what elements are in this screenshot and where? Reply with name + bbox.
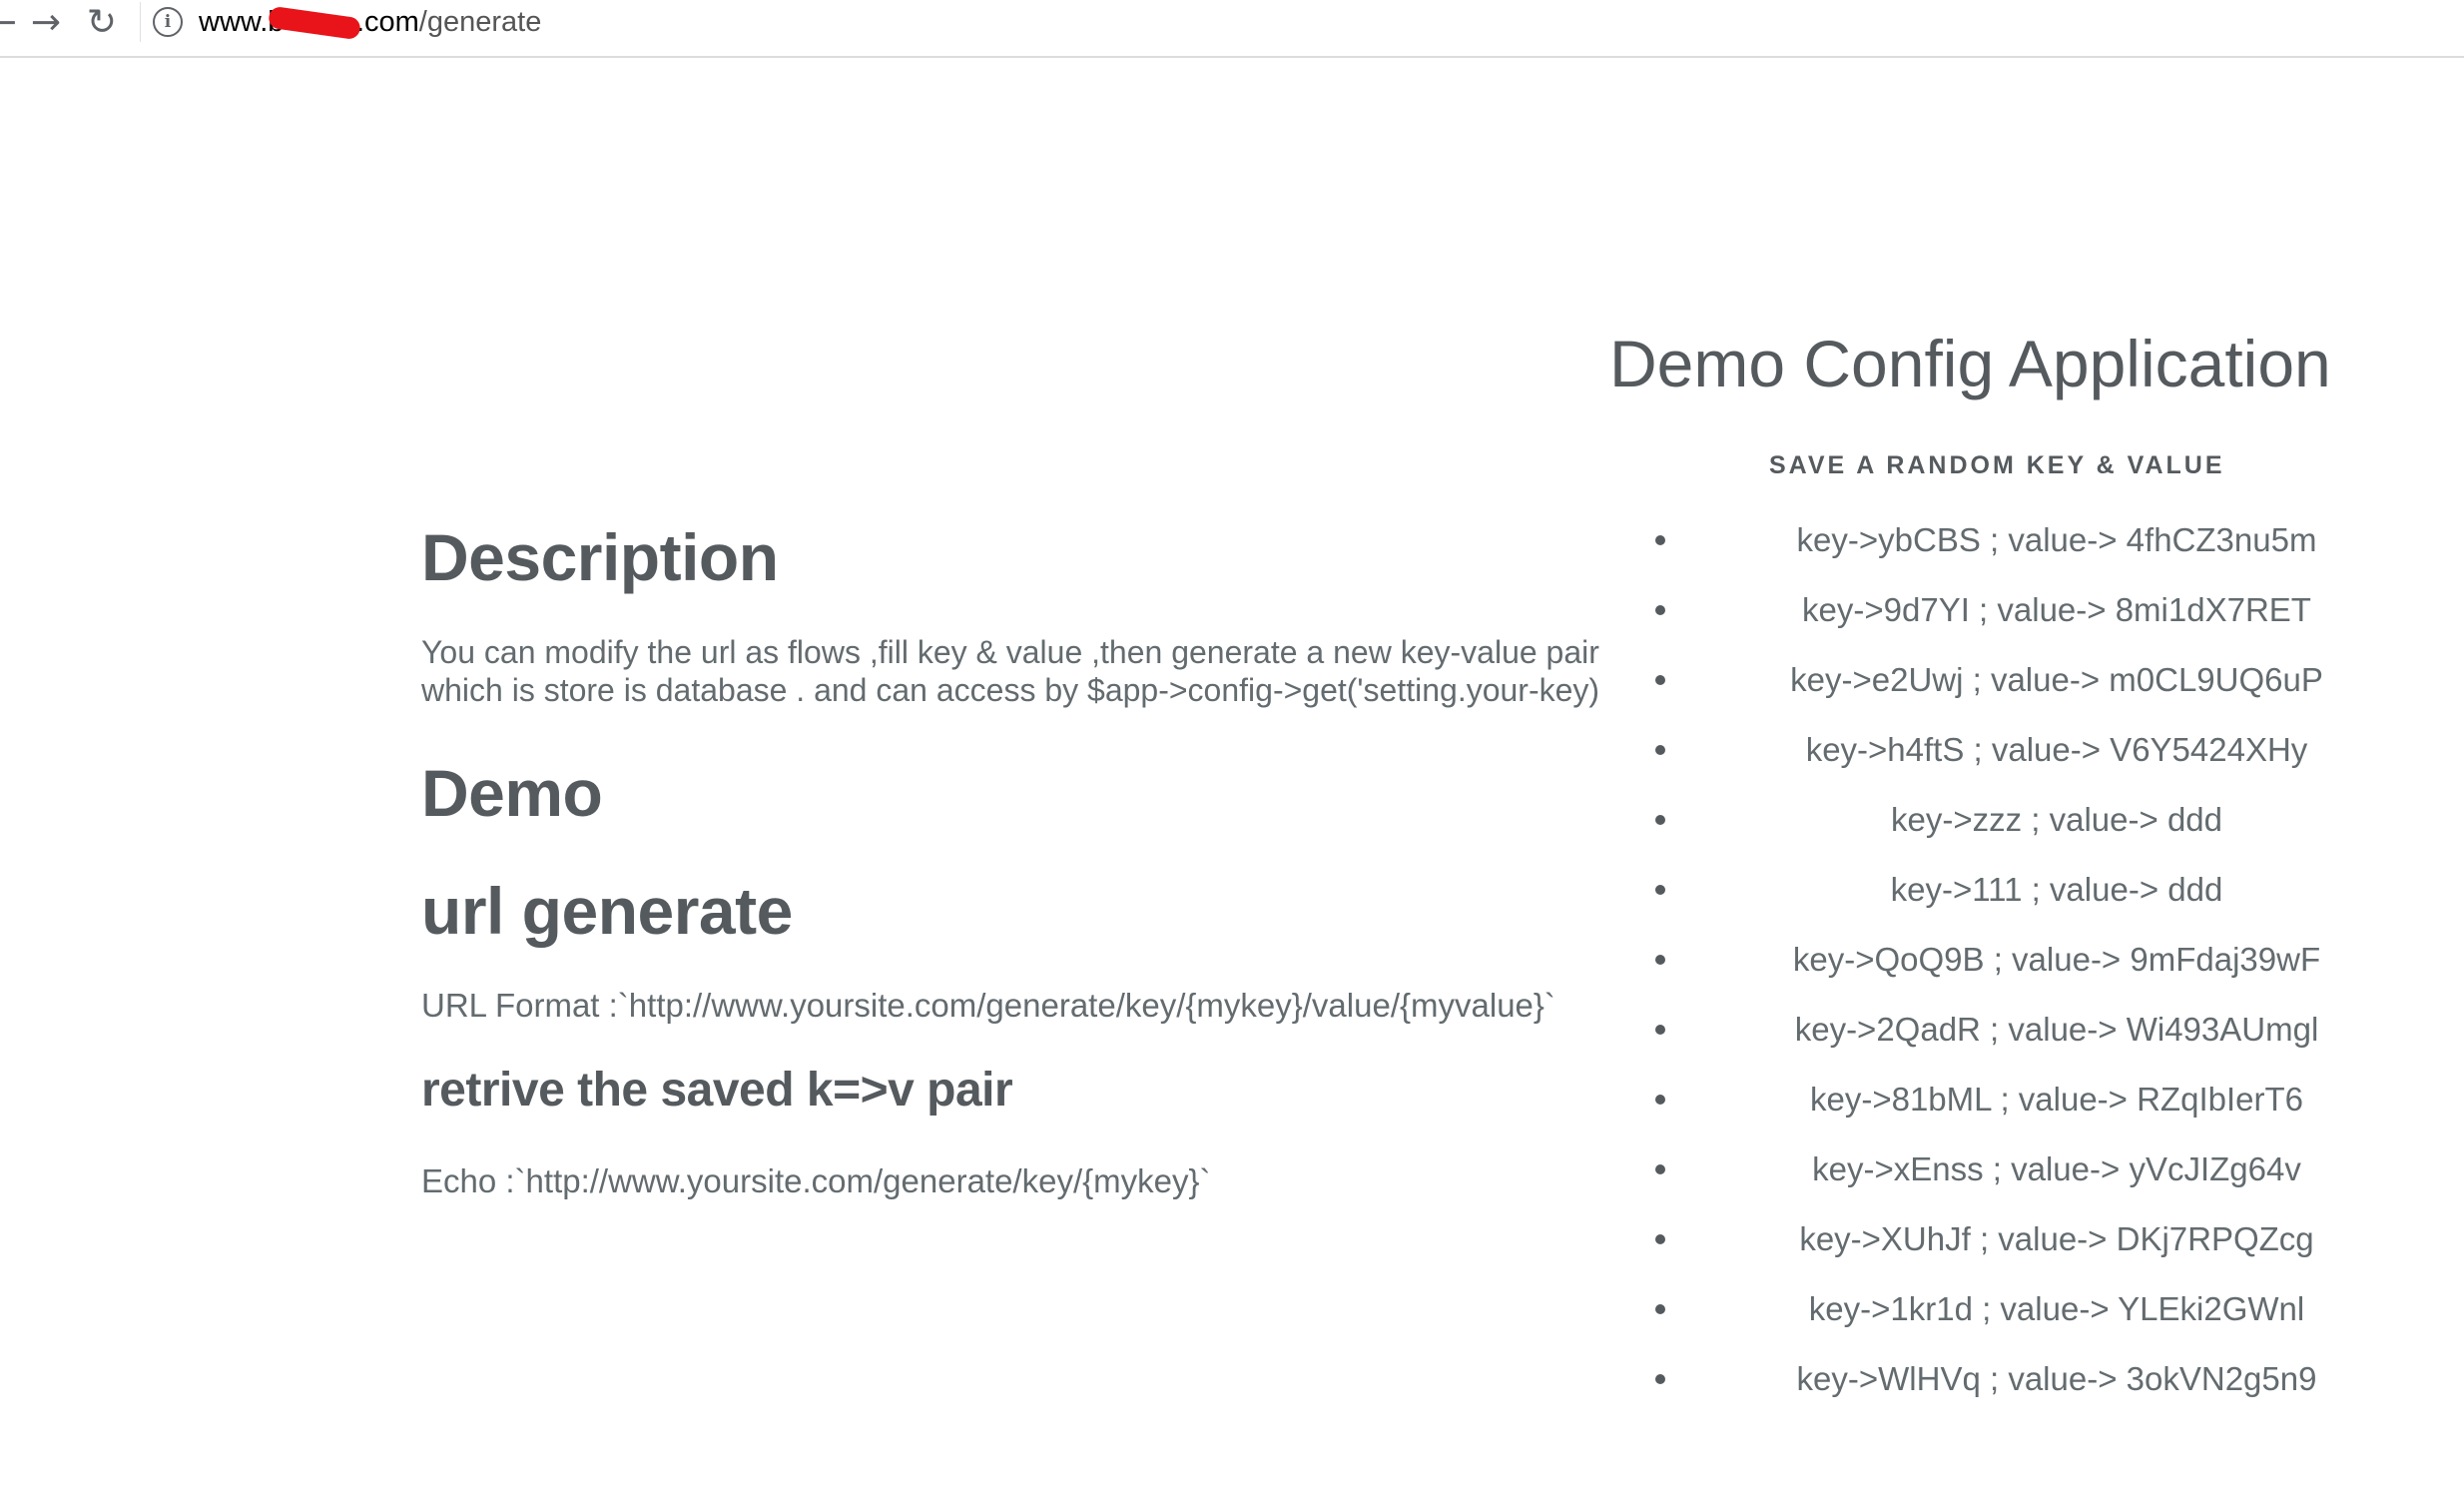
key-value-text: key->2QadR ; value-> Wi493AUmgl	[1794, 1011, 2319, 1048]
description-heading: Description	[421, 520, 779, 594]
key-value-text: key->xEnss ; value-> yVcJIZg64v	[1812, 1150, 2301, 1187]
key-value-text: key->9d7YI ; value-> 8mi1dX7RET	[1802, 591, 2311, 628]
key-value-text: key->QoQ9B ; value-> 9mFdaj39wF	[1792, 941, 2321, 978]
bullet-icon	[1655, 605, 1665, 615]
browser-toolbar: ← → ↻ i www.b .com/generate	[0, 0, 2464, 58]
reload-icon[interactable]: ↻	[82, 2, 122, 43]
address-bar[interactable]: i www.b .com/generate	[140, 2, 2464, 42]
key-value-text: key->e2Uwj ; value-> m0CL9UQ6uP	[1790, 661, 2323, 698]
list-item: key->9d7YI ; value-> 8mi1dX7RET	[1637, 575, 2416, 645]
list-item: key->1kr1d ; value-> YLEki2GWnl	[1637, 1274, 2416, 1344]
key-value-text: key->XUhJf ; value-> DKj7RPQZcg	[1799, 1220, 2314, 1257]
bullet-icon	[1655, 1374, 1665, 1384]
key-value-text: key->zzz ; value-> ddd	[1891, 801, 2222, 838]
list-item: key->xEnss ; value-> yVcJIZg64v	[1637, 1134, 2416, 1204]
section-label: SAVE A RANDOM KEY & VALUE	[1769, 451, 2225, 479]
description-text: You can modify the url as flows ,fill ke…	[421, 634, 1600, 708]
bullet-icon	[1655, 535, 1665, 545]
list-item: key->XUhJf ; value-> DKj7RPQZcg	[1637, 1204, 2416, 1274]
list-item: key->zzz ; value-> ddd	[1637, 785, 2416, 855]
url-path: /generate	[418, 5, 542, 38]
retrieve-heading: retrive the saved k=>v pair	[421, 1064, 1013, 1117]
bullet-icon	[1655, 1025, 1665, 1035]
info-icon[interactable]: i	[153, 7, 183, 37]
url-text[interactable]: www.b .com/generate	[199, 5, 542, 40]
bullet-icon	[1655, 955, 1665, 965]
list-item: key->QoQ9B ; value-> 9mFdaj39wF	[1637, 925, 2416, 995]
url-domain-end: com	[364, 5, 419, 38]
key-value-text: key->81bML ; value-> RZqIbIerT6	[1809, 1081, 2303, 1118]
list-item: key->h4ftS ; value-> V6Y5424XHy	[1637, 715, 2416, 785]
list-item: key->2QadR ; value-> Wi493AUmgl	[1637, 995, 2416, 1065]
key-value-text: key->111 ; value-> ddd	[1890, 871, 2223, 908]
bullet-icon	[1655, 1304, 1665, 1314]
bullet-icon	[1655, 1095, 1665, 1105]
forward-arrow-icon[interactable]: →	[26, 2, 66, 43]
list-item: key->e2Uwj ; value-> m0CL9UQ6uP	[1637, 645, 2416, 715]
list-item: key->WlHVq ; value-> 3okVN2g5n9	[1637, 1344, 2416, 1414]
demo-heading: Demo	[421, 756, 603, 830]
bullet-icon	[1655, 745, 1665, 755]
bullet-icon	[1655, 675, 1665, 685]
list-item: key->81bML ; value-> RZqIbIerT6	[1637, 1065, 2416, 1134]
list-item: key->ybCBS ; value-> 4fhCZ3nu5m	[1637, 505, 2416, 575]
key-value-text: key->WlHVq ; value-> 3okVN2g5n9	[1796, 1360, 2317, 1397]
key-value-text: key->h4ftS ; value-> V6Y5424XHy	[1805, 731, 2308, 768]
bullet-icon	[1655, 885, 1665, 895]
echo-text: Echo :`http://www.yoursite.com/generate/…	[421, 1162, 1211, 1199]
url-generate-heading: url generate	[421, 874, 793, 948]
key-value-text: key->1kr1d ; value-> YLEki2GWnl	[1808, 1290, 2305, 1327]
bullet-icon	[1655, 1164, 1665, 1174]
back-arrow-icon[interactable]: ←	[0, 2, 22, 43]
key-value-list: key->ybCBS ; value-> 4fhCZ3nu5m key->9d7Y…	[1637, 505, 2416, 1414]
url-format-text: URL Format :`http://www.yoursite.com/gen…	[421, 987, 1555, 1024]
bullet-icon	[1655, 815, 1665, 825]
list-item: key->111 ; value-> ddd	[1637, 855, 2416, 925]
app-title: Demo Config Application	[1609, 327, 2331, 400]
key-value-text: key->ybCBS ; value-> 4fhCZ3nu5m	[1796, 521, 2317, 558]
bullet-icon	[1655, 1234, 1665, 1244]
